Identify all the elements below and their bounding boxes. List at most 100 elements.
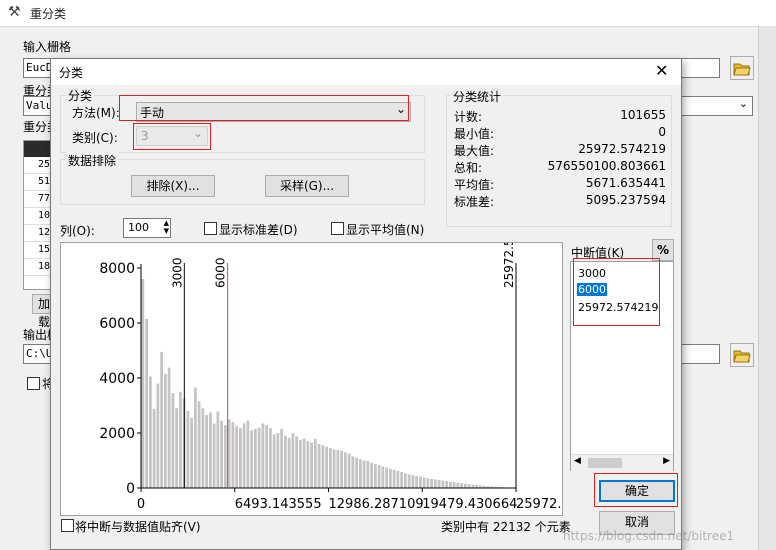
histogram-bar <box>332 449 336 488</box>
y-tick-label: 6000 <box>99 316 135 332</box>
show-std-checkbox[interactable] <box>204 222 217 235</box>
x-tick-label: 12986.287109 <box>329 497 424 512</box>
break-line-label: 6000 <box>214 257 228 288</box>
histogram-bar <box>160 351 163 488</box>
background-title-bar: ⚒ 重分类 <box>0 0 776 27</box>
histogram-bar <box>291 433 295 488</box>
chevron-down-icon: ⌄ <box>738 97 748 110</box>
histogram-bar <box>381 466 385 488</box>
scroll-thumb[interactable] <box>588 458 622 468</box>
histogram-bar <box>205 415 208 488</box>
stat-row-min: 最小值: 0 <box>454 125 666 141</box>
folder-open-icon <box>733 63 751 76</box>
dialog-title-bar: 分类 ✕ <box>51 59 681 85</box>
histogram-bar <box>239 428 242 488</box>
histogram-bar <box>216 411 220 488</box>
x-tick-label: 0 <box>137 497 145 512</box>
arrow-right-icon[interactable]: ▶ <box>663 456 670 466</box>
y-tick-label: 0 <box>126 481 135 497</box>
histogram-chart[interactable]: 0 2000 4000 6000 8000 0 6493.143555 12986.28710… <box>61 208 594 515</box>
histogram-bar <box>295 436 298 488</box>
histogram-bar <box>441 480 445 488</box>
histogram-bar <box>145 318 148 488</box>
histogram-bar <box>276 433 280 488</box>
histogram-bar <box>265 425 268 488</box>
y-tick-label: 2000 <box>99 426 135 442</box>
histogram-bar <box>359 459 362 488</box>
histogram-bar <box>231 422 235 488</box>
arrow-left-icon[interactable]: ◀ <box>574 456 581 466</box>
output-raster-field-right[interactable] <box>680 344 720 364</box>
exclusion-button[interactable]: 排除(X)... <box>131 175 215 197</box>
histogram-bar <box>152 408 156 488</box>
histogram-bar <box>449 481 452 488</box>
histogram-bar <box>471 484 475 488</box>
histogram-bar <box>385 467 388 488</box>
browse-output-button[interactable] <box>730 343 754 367</box>
histogram-bar <box>212 423 216 488</box>
histogram-bar <box>141 279 145 488</box>
browse-input-button[interactable] <box>730 56 754 80</box>
histogram-bar <box>272 434 276 488</box>
classes-highlight <box>133 123 211 150</box>
histogram-bar <box>250 430 253 488</box>
histogram-bar <box>257 427 261 488</box>
histogram-bar <box>194 387 197 488</box>
columns-spinner[interactable]: 100 ▲ ▼ <box>123 218 171 238</box>
stat-row-std: 标准差: 5095.237594 <box>454 193 666 209</box>
background-scrollbar[interactable] <box>758 26 776 550</box>
histogram-bar <box>329 448 332 488</box>
histogram-bar <box>201 408 205 488</box>
show-mean-label: 显示平均值(N) <box>346 223 425 237</box>
stat-row-count: 计数: 101655 <box>454 108 666 124</box>
histogram-bar <box>220 420 223 488</box>
histogram-bar <box>347 453 351 488</box>
background-checkbox[interactable] <box>27 377 40 390</box>
histogram-bar <box>396 470 400 488</box>
histogram-bar <box>325 446 328 488</box>
close-icon[interactable]: ✕ <box>655 61 668 80</box>
columns-label: 列(O): <box>60 224 95 238</box>
show-std-label: 显示标准差(D) <box>219 223 298 237</box>
y-tick-label: 4000 <box>99 371 135 387</box>
sampling-button[interactable]: 采样(G)... <box>265 175 349 197</box>
histogram-bar <box>467 484 471 488</box>
histogram-bar <box>284 435 287 488</box>
stat-row-mean: 平均值: 5671.635441 <box>454 176 666 192</box>
histogram-bar <box>149 376 152 488</box>
histogram-bar <box>242 423 246 488</box>
show-mean-checkbox[interactable] <box>331 222 344 235</box>
histogram-bar <box>377 465 381 488</box>
histogram-bar <box>167 367 171 488</box>
histogram-bar <box>310 442 313 488</box>
histogram-bar <box>370 462 373 488</box>
histogram-bar <box>287 437 291 488</box>
histogram-bar <box>299 439 302 488</box>
input-raster-label: 输入栅格 <box>23 40 72 54</box>
histogram-bar <box>355 457 358 488</box>
histogram-bar <box>261 423 265 488</box>
x-tick-label: 19479.430664 <box>422 497 517 512</box>
histogram-bar <box>186 411 190 488</box>
break-line-label: 3000 <box>170 257 184 288</box>
histogram-bar <box>321 445 325 488</box>
break-values-highlight <box>573 258 660 326</box>
histogram-bar <box>164 373 167 488</box>
spinner-arrows-icon[interactable]: ▲ ▼ <box>164 219 169 235</box>
histogram-panel[interactable]: 0 2000 4000 6000 8000 0 6493.143555 12986.28710… <box>60 208 595 516</box>
histogram-bar <box>366 461 370 488</box>
histogram-bar <box>280 428 283 488</box>
background-window-title: 重分类 <box>30 7 67 21</box>
histogram-bar <box>317 444 321 488</box>
break-list-hscrollbar[interactable]: ◀ ▶ <box>571 454 673 471</box>
histogram-bar <box>362 460 366 488</box>
snap-checkbox-label: 将中断与数据值贴齐(V) <box>75 520 201 534</box>
classification-dialog: 分类 ✕ 分类 方法(M): 手动 ⌄ 类别(C): 3 ⌄ 数据排除 排除(X… <box>50 58 734 550</box>
histogram-bar <box>456 482 460 488</box>
snap-checkbox[interactable] <box>61 519 74 532</box>
histogram-bar <box>404 473 407 488</box>
hammer-icon: ⚒ <box>8 4 21 20</box>
histogram-bar <box>426 478 430 488</box>
histogram-bar <box>179 391 182 488</box>
histogram-bar <box>314 439 317 488</box>
